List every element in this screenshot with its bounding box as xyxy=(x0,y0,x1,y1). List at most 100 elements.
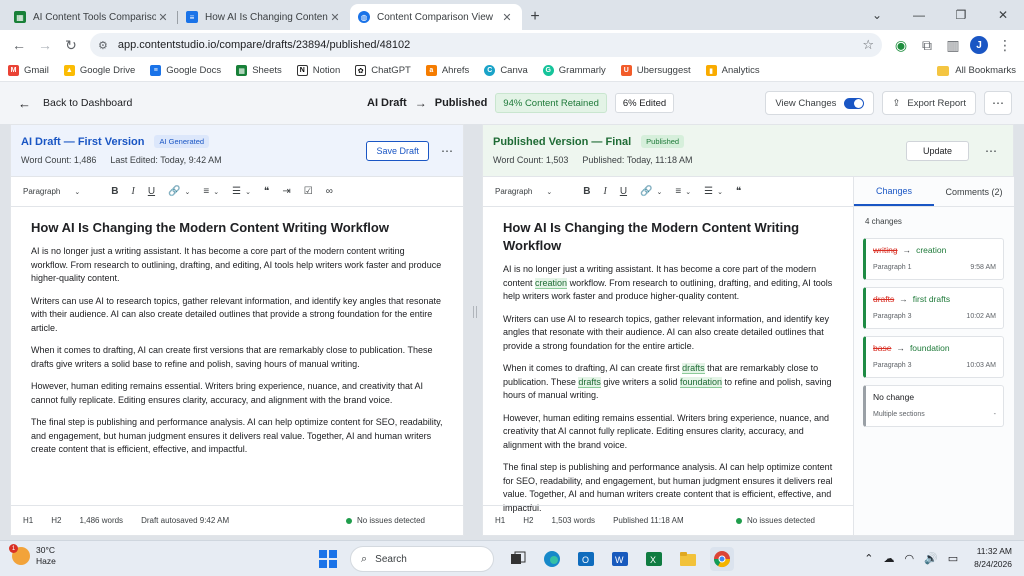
document-body[interactable]: How AI Is Changing the Modern Content Wr… xyxy=(11,207,463,457)
view-changes-toggle[interactable]: View Changes xyxy=(765,91,875,115)
bookmark-canva[interactable]: C Canva xyxy=(484,65,528,76)
h2-indicator[interactable]: H2 xyxy=(51,516,61,525)
tab-changes[interactable]: Changes xyxy=(854,177,934,206)
edge-icon[interactable] xyxy=(540,547,564,571)
bold-icon[interactable]: B xyxy=(111,186,118,197)
italic-icon[interactable]: I xyxy=(131,186,134,197)
start-windows-icon[interactable] xyxy=(316,547,340,571)
chevron-down-icon[interactable]: ⌄ xyxy=(717,188,723,196)
bookmark-ahrefs[interactable]: a Ahrefs xyxy=(425,65,469,76)
update-button[interactable]: Update xyxy=(905,141,969,161)
forward-arrow-icon[interactable]: → xyxy=(32,32,58,58)
cloud-icon[interactable]: ☁ xyxy=(883,552,894,565)
h2-indicator[interactable]: H2 xyxy=(523,516,533,525)
all-bookmarks[interactable]: All Bookmarks xyxy=(937,65,1016,76)
excel-icon[interactable]: X xyxy=(642,547,666,571)
bookmark-google-docs[interactable]: ≡ Google Docs xyxy=(150,65,221,76)
whatsapp-extension-icon[interactable]: ◉ xyxy=(888,32,914,58)
reload-icon[interactable]: ↻ xyxy=(58,32,84,58)
close-icon[interactable]: ✕ xyxy=(500,11,514,24)
underline-icon[interactable]: U xyxy=(148,186,155,197)
side-panel-icon[interactable]: ▥ xyxy=(940,32,966,58)
close-window-icon[interactable]: ✕ xyxy=(982,0,1024,30)
bookmark-gmail[interactable]: M Gmail xyxy=(8,65,49,76)
tab-comments[interactable]: Comments (2) xyxy=(934,177,1014,206)
bookmark-notion[interactable]: N Notion xyxy=(296,65,340,76)
quote-icon[interactable]: ❝ xyxy=(264,186,269,197)
url-text[interactable]: app.contentstudio.io/compare/drafts/2389… xyxy=(118,39,862,51)
link-icon[interactable]: 🔗 xyxy=(168,186,180,197)
paragraph-style-select[interactable]: Paragraph ⌄ xyxy=(23,187,93,196)
bold-icon[interactable]: B xyxy=(583,186,590,197)
removed-text: base xyxy=(873,343,892,353)
browser-tab-docs[interactable]: ≡ How AI Is Changing Content Writ ✕ xyxy=(178,4,350,30)
change-card[interactable]: drafts → first drafts Paragraph 3 10:02 AM xyxy=(863,287,1004,329)
bookmark-google-drive[interactable]: ▲ Google Drive xyxy=(63,65,135,76)
volume-icon[interactable]: 🔊 xyxy=(924,552,938,565)
chevron-down-icon[interactable]: ⌄ xyxy=(185,188,191,196)
taskbar-search[interactable]: ⌕ Search xyxy=(350,546,494,572)
underline-icon[interactable]: U xyxy=(620,186,627,197)
word-icon[interactable]: W xyxy=(608,547,632,571)
panel-menu-icon[interactable]: ⋯ xyxy=(441,144,453,158)
indent-icon[interactable]: ⇥ xyxy=(282,186,290,197)
back-arrow-icon[interactable]: ← xyxy=(6,32,32,58)
wifi-icon[interactable]: ◠ xyxy=(904,552,914,565)
chevron-down-icon[interactable]: ⌄ xyxy=(245,188,251,196)
resize-handle[interactable] xyxy=(473,306,477,318)
export-report-button[interactable]: ⇪ Export Report xyxy=(882,91,976,115)
link-icon[interactable]: 🔗 xyxy=(640,186,652,197)
bookmark-star-icon[interactable]: ☆ xyxy=(862,37,874,53)
file-explorer-icon[interactable] xyxy=(676,547,700,571)
change-card[interactable]: writing → creation Paragraph 1 9:58 AM xyxy=(863,238,1004,280)
align-icon[interactable]: ≡ xyxy=(203,186,209,197)
panel-menu-icon[interactable]: ⋯ xyxy=(985,144,997,158)
close-icon[interactable]: ✕ xyxy=(156,11,170,24)
paragraph-style-select[interactable]: Paragraph ⌄ xyxy=(495,187,565,196)
h1-indicator[interactable]: H1 xyxy=(23,516,33,525)
bookmark-analytics[interactable]: ▮ Analytics xyxy=(705,65,760,76)
chevron-down-icon[interactable]: ⌄ xyxy=(213,188,219,196)
quote-icon[interactable]: ❝ xyxy=(736,186,741,197)
weather-widget[interactable]: 1 30°C Haze xyxy=(9,544,56,567)
maximize-icon[interactable]: ❐ xyxy=(940,0,982,30)
embed-link-icon[interactable]: ∞ xyxy=(326,186,333,197)
no-change-label: No change xyxy=(873,392,915,402)
chevron-down-icon[interactable]: ⌄ xyxy=(657,188,663,196)
checklist-icon[interactable]: ☑ xyxy=(304,186,313,197)
bookmark-chatgpt[interactable]: ✿ ChatGPT xyxy=(355,65,411,76)
chevron-up-icon[interactable]: ⌃ xyxy=(864,552,873,565)
more-options-button[interactable]: ⋯ xyxy=(984,91,1012,115)
browser-tab-comparison[interactable]: ◍ Content Comparison View ✕ xyxy=(350,4,522,30)
dropdown-icon[interactable]: ⌄ xyxy=(856,0,898,30)
h1-indicator[interactable]: H1 xyxy=(495,516,505,525)
menu-kebab-icon[interactable]: ⋮ xyxy=(992,32,1018,58)
task-view-icon[interactable] xyxy=(506,547,530,571)
align-icon[interactable]: ≡ xyxy=(675,186,681,197)
minimize-icon[interactable]: — xyxy=(898,0,940,30)
profile-button[interactable]: J xyxy=(966,32,992,58)
bullet-list-icon[interactable]: ☰ xyxy=(704,186,713,197)
bookmark-ubersuggest[interactable]: U Ubersuggest xyxy=(620,65,691,76)
new-tab-button[interactable]: + xyxy=(522,4,548,30)
back-to-dashboard-link[interactable]: ← Back to Dashboard xyxy=(18,96,132,111)
bookmark-grammarly[interactable]: G Grammarly xyxy=(542,65,606,76)
italic-icon[interactable]: I xyxy=(603,186,606,197)
clock[interactable]: 11:32 AM 8/24/2026 xyxy=(974,545,1012,571)
save-draft-button[interactable]: Save Draft xyxy=(366,141,429,161)
chrome-icon[interactable] xyxy=(710,547,734,571)
address-bar[interactable]: ⚙ app.contentstudio.io/compare/drafts/23… xyxy=(90,33,882,57)
battery-icon[interactable]: ▭ xyxy=(948,552,958,565)
browser-tab-sheets[interactable]: ▦ AI Content Tools Comparison - G ✕ xyxy=(6,4,178,30)
extensions-icon[interactable]: ⧉ xyxy=(914,32,940,58)
no-change-card[interactable]: No change Multiple sections - xyxy=(863,385,1004,427)
document-body[interactable]: How AI Is Changing the Modern Content Wr… xyxy=(483,207,853,515)
close-icon[interactable]: ✕ xyxy=(328,11,342,24)
outlook-icon[interactable]: O xyxy=(574,547,598,571)
change-card[interactable]: base → foundation Paragraph 3 10:03 AM xyxy=(863,336,1004,378)
chevron-down-icon[interactable]: ⌄ xyxy=(685,188,691,196)
site-info-icon[interactable]: ⚙ xyxy=(98,39,108,52)
bullet-list-icon[interactable]: ☰ xyxy=(232,186,241,197)
toggle-switch[interactable] xyxy=(844,97,865,109)
bookmark-sheets[interactable]: ▦ Sheets xyxy=(236,65,282,76)
